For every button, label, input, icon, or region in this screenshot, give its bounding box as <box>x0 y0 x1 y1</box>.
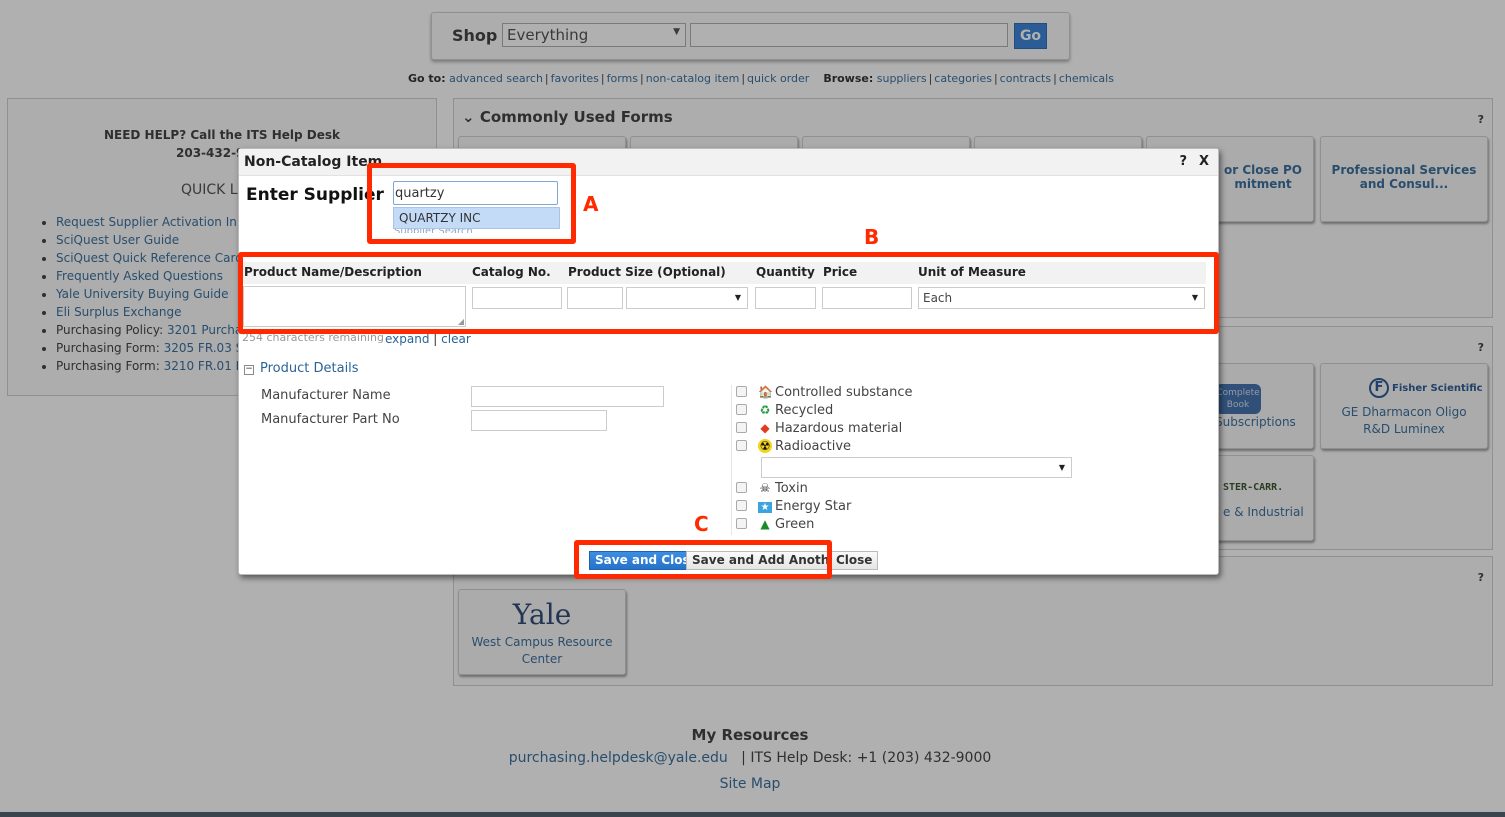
taskbar <box>0 812 1505 817</box>
supplier-autocomplete-dropdown: QUARTZY INC <box>393 207 560 229</box>
manufacturer-name-label: Manufacturer Name <box>261 388 391 403</box>
manufacturer-part-input[interactable] <box>471 410 607 431</box>
expand-link[interactable]: expand <box>385 332 429 346</box>
chevron-down-icon: ▼ <box>1191 293 1198 302</box>
attr-label: Radioactive <box>775 439 852 454</box>
attr-label: Toxin <box>775 481 808 496</box>
annotation-label-b: B <box>864 225 880 249</box>
attr-label: Green <box>775 517 815 532</box>
checkbox[interactable] <box>736 482 747 493</box>
autocomplete-option-quartzy-inc[interactable]: QUARTZY INC <box>399 211 481 225</box>
checkbox[interactable] <box>736 422 747 433</box>
annotation-label-c: C <box>694 512 709 536</box>
attr-label: Energy Star <box>775 499 852 514</box>
column-uom: Unit of Measure <box>918 265 1026 279</box>
product-size-input[interactable] <box>567 287 623 309</box>
manufacturer-part-label: Manufacturer Part No <box>261 412 400 427</box>
unit-of-measure-select[interactable]: Each ▼ <box>918 287 1205 309</box>
attr-label: Recycled <box>775 403 834 418</box>
attr-toxin: ☠ Toxin <box>736 481 808 499</box>
chevron-down-icon: ▼ <box>1058 463 1065 472</box>
catalog-number-input[interactable] <box>472 287 562 309</box>
column-size: Product Size (Optional) <box>568 265 726 279</box>
supplier-search-input[interactable] <box>393 181 558 205</box>
checkbox[interactable] <box>736 500 747 511</box>
close-button[interactable]: Close <box>830 551 879 570</box>
attr-controlled-substance: 🏠 Controlled substance <box>736 385 912 403</box>
column-quantity: Quantity <box>756 265 815 279</box>
divider <box>731 385 732 535</box>
attr-label: Hazardous material <box>775 421 903 436</box>
product-details-label: Product Details <box>260 361 359 376</box>
chevron-down-icon: ▼ <box>734 293 741 302</box>
close-icon[interactable]: X <box>1199 154 1209 169</box>
description-links: expand | clear <box>385 332 471 346</box>
checkbox[interactable] <box>736 518 747 529</box>
radioactive-icon: ☢ <box>758 439 772 453</box>
controlled-substance-icon: 🏠 <box>758 385 773 399</box>
uom-value: Each <box>923 291 953 305</box>
annotation-label-a: A <box>583 192 599 216</box>
price-input[interactable] <box>822 287 912 309</box>
attr-energy-star: ★ Energy Star <box>736 499 851 517</box>
attr-recycled: ♻ Recycled <box>736 403 833 421</box>
attr-green: ▲ Green <box>736 517 814 535</box>
column-price: Price <box>823 265 858 279</box>
checkbox[interactable] <box>736 386 747 397</box>
skull-icon: ☠ <box>759 481 771 495</box>
chars-remaining: 254 characters remaining <box>242 331 384 344</box>
manufacturer-name-input[interactable] <box>471 386 664 407</box>
attr-label: Controlled substance <box>775 385 913 400</box>
collapse-icon: − <box>244 364 254 375</box>
radioactive-select[interactable]: ▼ <box>761 457 1072 478</box>
column-product: Product Name/Description <box>244 265 422 279</box>
quantity-input[interactable] <box>755 287 816 309</box>
product-size-unit-select[interactable]: ▼ <box>626 287 748 309</box>
resize-handle-icon[interactable]: ◢ <box>458 317 464 326</box>
column-catalog: Catalog No. <box>472 265 551 279</box>
attr-hazardous: ◆ Hazardous material <box>736 421 902 439</box>
recycle-icon: ♻ <box>759 403 771 417</box>
save-and-add-another-button[interactable]: Save and Add Another <box>686 551 850 570</box>
dialog-title: Non-Catalog Item <box>244 154 383 170</box>
checkbox[interactable] <box>736 404 747 415</box>
hazard-diamond-icon: ◆ <box>760 421 770 435</box>
tree-icon: ▲ <box>760 517 770 531</box>
product-details-toggle[interactable]: − Product Details <box>244 361 359 376</box>
product-description-textarea[interactable]: ◢ <box>243 286 466 327</box>
checkbox[interactable] <box>736 440 747 451</box>
dialog-header: Non-Catalog Item ? X <box>239 149 1218 176</box>
help-icon[interactable]: ? <box>1179 154 1187 169</box>
attr-radioactive: ☢ Radioactive <box>736 439 851 457</box>
non-catalog-item-dialog: Non-Catalog Item ? X Enter Supplier Supp… <box>238 148 1219 575</box>
supplier-label: Enter Supplier <box>246 185 384 205</box>
energy-star-icon: ★ <box>758 502 772 513</box>
clear-link[interactable]: clear <box>441 332 471 346</box>
item-grid-header: Product Name/Description Catalog No. Pro… <box>243 262 1206 284</box>
